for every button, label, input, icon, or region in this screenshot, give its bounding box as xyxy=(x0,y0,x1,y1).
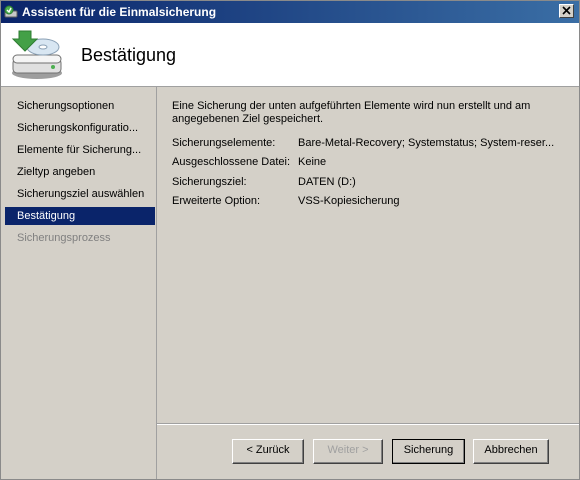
step-elemente[interactable]: Elemente für Sicherung... xyxy=(5,141,155,159)
step-sicherungsoptionen[interactable]: Sicherungsoptionen xyxy=(5,97,155,115)
page-title: Bestätigung xyxy=(81,45,177,65)
window-title: Assistent für die Einmalsicherung xyxy=(22,5,217,19)
confirmation-panel: Eine Sicherung der unten aufgeführten El… xyxy=(157,87,579,423)
wizard-steps: Sicherungsoptionen Sicherungskonfigurati… xyxy=(1,87,157,479)
detail-label: Ausgeschlossene Datei: xyxy=(172,156,291,168)
title-bar[interactable]: Assistent für die Einmalsicherung xyxy=(1,1,579,23)
step-sicherungskonfiguration[interactable]: Sicherungskonfiguratio... xyxy=(5,119,155,137)
detail-label: Sicherungsziel: xyxy=(172,176,247,188)
wizard-window: Assistent für die Einmalsicherung Bestät… xyxy=(0,0,580,480)
detail-label: Erweiterte Option: xyxy=(172,195,261,207)
detail-row-elements: Sicherungselemente: Bare-Metal-Recovery;… xyxy=(172,137,572,151)
wizard-header: Bestätigung xyxy=(1,23,579,87)
detail-row-excluded: Ausgeschlossene Datei: Keine xyxy=(172,156,572,170)
detail-label: Sicherungselemente: xyxy=(172,137,276,149)
step-bestaetigung[interactable]: Bestätigung xyxy=(5,207,155,225)
step-sicherungsprozess: Sicherungsprozess xyxy=(17,232,111,244)
intro-text: Eine Sicherung der unten aufgeführten El… xyxy=(172,100,531,125)
cancel-button[interactable]: Abbrechen xyxy=(473,439,549,464)
backup-button[interactable]: Sicherung xyxy=(392,439,465,464)
detail-value: Keine xyxy=(298,156,327,168)
backup-app-icon xyxy=(4,5,18,18)
step-sicherungsziel[interactable]: Sicherungsziel auswählen xyxy=(5,185,155,203)
back-button[interactable]: < Zurück xyxy=(232,439,304,464)
footer-divider xyxy=(157,423,579,425)
detail-value: DATEN (D:) xyxy=(298,176,356,188)
close-icon xyxy=(562,6,571,15)
step-zieltyp[interactable]: Zieltyp angeben xyxy=(5,163,155,181)
backup-drive-icon xyxy=(11,30,62,79)
next-button: Weiter > xyxy=(313,439,383,464)
close-button[interactable] xyxy=(559,4,574,18)
detail-row-advanced: Erweiterte Option: VSS-Kopiesicherung xyxy=(172,195,572,209)
detail-row-target: Sicherungsziel: DATEN (D:) xyxy=(172,176,572,190)
detail-value: VSS-Kopiesicherung xyxy=(298,195,400,207)
detail-value: Bare-Metal-Recovery; Systemstatus; Syste… xyxy=(298,137,555,149)
